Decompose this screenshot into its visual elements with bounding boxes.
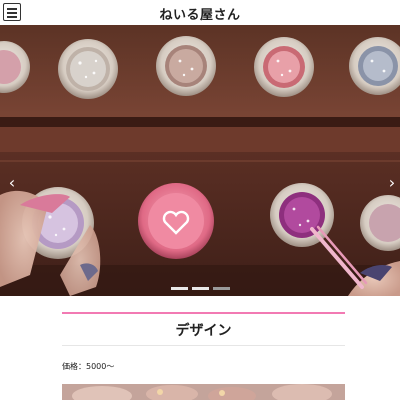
slider-dot-2[interactable] <box>191 287 209 290</box>
chevron-left-icon[interactable]: ‹ <box>5 175 19 191</box>
price-text: 価格：5000〜 <box>62 362 115 371</box>
slider-pagination <box>0 287 400 291</box>
chevron-right-icon[interactable]: › <box>385 175 399 191</box>
slider-dot-3-active[interactable] <box>212 287 230 290</box>
section-divider <box>62 345 345 346</box>
site-header: ねいる屋さん <box>0 0 400 26</box>
image-slider[interactable]: ‹ › <box>0 25 400 296</box>
slider-dot-1[interactable] <box>170 287 188 290</box>
site-title[interactable]: ねいる屋さん <box>0 4 400 23</box>
design-preview-image[interactable] <box>62 384 345 400</box>
section-title: デザイン <box>175 323 232 339</box>
slider-image-rhinestone-jars <box>0 25 400 296</box>
design-preview-photo <box>62 384 345 400</box>
section-accent-line <box>62 312 345 314</box>
